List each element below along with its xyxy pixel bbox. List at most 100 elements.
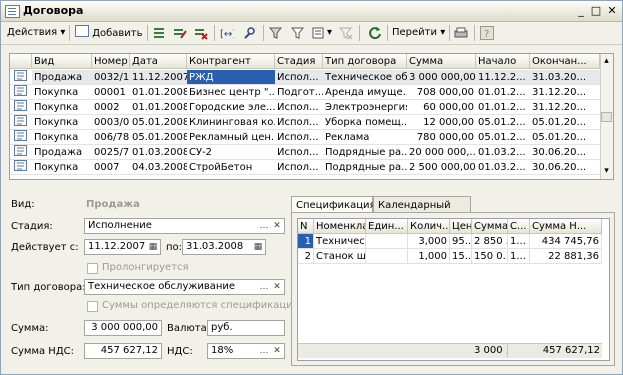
cell-vid: Продажа: [34, 147, 83, 158]
close-button[interactable]: ✕: [605, 4, 619, 17]
spec-total-nds: 457 627,12: [542, 345, 600, 356]
clear-icon[interactable]: ✕: [271, 344, 283, 358]
prolong-checkbox[interactable]: [87, 263, 98, 274]
spec-cell-nom: Техническ...: [314, 234, 366, 249]
cell-tip: Техническое об...: [323, 70, 407, 85]
cell-data: 01.01.2008: [132, 102, 187, 113]
clear-icon[interactable]: ✕: [271, 219, 283, 233]
contracts-window: Договора _ □ ✕ Действия ▾ Добавить [↔] ▾…: [0, 0, 623, 375]
valuta-value: руб.: [211, 322, 233, 333]
summa-value: 3 000 000,00: [91, 322, 158, 333]
toolbar-separator: [214, 25, 215, 41]
valuta-label: Валюта:: [167, 323, 211, 334]
add-icon: [75, 25, 89, 37]
cell-nomer: 0002: [94, 102, 120, 113]
edit-row-icon[interactable]: [173, 26, 187, 40]
select-button[interactable]: …: [258, 280, 270, 294]
spec-column-header-6: Сумма: [472, 219, 508, 234]
cell-nachalo: 05.01.2...: [478, 117, 526, 128]
contracts-table[interactable]: Вид Номер Дата Контрагент Стадия Тип договора…: [9, 53, 614, 180]
cell-tip: Подрядные ра...: [325, 147, 407, 158]
nds-label: НДС:: [167, 346, 193, 357]
column-header-9: Окончан...: [530, 54, 600, 69]
spec-cell-s: 1...: [508, 249, 530, 264]
cell-vid: Покупка: [34, 162, 79, 173]
find-icon[interactable]: [243, 26, 257, 40]
spec-cell-summa: 150 0...: [472, 249, 508, 264]
actions-menu[interactable]: Действия ▾: [7, 25, 65, 41]
print-icon[interactable]: [454, 26, 468, 40]
date-from-value: 11.12.2007: [88, 241, 146, 252]
cell-stadia: Испол...: [277, 102, 319, 113]
cell-tip: Реклама: [325, 132, 370, 143]
clear-filter-icon[interactable]: [339, 26, 353, 40]
cell-vid: Покупка: [34, 87, 79, 98]
spec-column-header-5: Цена: [450, 219, 472, 234]
cell-summa: 60 000,00: [423, 102, 474, 113]
spec-column-header-1: N: [298, 219, 314, 234]
calendar-icon[interactable]: ▦: [252, 240, 264, 254]
cell-stadia: Испол...: [277, 132, 319, 143]
summy-spec-checkbox[interactable]: [87, 301, 98, 312]
goto-menu[interactable]: Перейти ▾: [392, 25, 445, 41]
cell-data: 01.03.2008: [132, 147, 187, 158]
cell-summa: 2 500 000,00: [409, 162, 476, 173]
cell-okonch: 31.12.20...: [532, 102, 587, 113]
spec-cell-ed: [366, 249, 408, 264]
document-icon: [12, 70, 28, 85]
cell-data: 04.03.2008: [132, 162, 187, 173]
cell-kontr: РЖД: [187, 70, 275, 85]
filter-list-icon[interactable]: [312, 26, 326, 40]
clear-icon[interactable]: ✕: [271, 280, 283, 294]
summa-label: Сумма:: [11, 323, 49, 334]
prolong-label: Пролонгируется: [102, 262, 189, 273]
cell-nachalo: 05.01.2...: [478, 132, 526, 143]
maximize-button[interactable]: □: [589, 4, 603, 17]
spec-cell-n: 2: [298, 249, 314, 264]
deistvuet-label: Действует с:: [11, 242, 79, 253]
refresh-icon[interactable]: [368, 26, 382, 40]
spec-column-header-8: Сумма Н...: [530, 219, 602, 234]
select-button[interactable]: …: [258, 344, 270, 358]
summy-spec-label: Суммы определяются спецификацией: [102, 300, 306, 311]
help-icon[interactable]: ?: [480, 26, 494, 40]
calendar-icon[interactable]: ▦: [147, 240, 159, 254]
cell-okonch: 31.12.20...: [532, 87, 587, 98]
toolbar-separator: [263, 25, 264, 41]
select-button[interactable]: …: [258, 219, 270, 233]
spec-cell-ed: [366, 234, 408, 249]
filter-icon[interactable]: [269, 26, 283, 40]
summa-nds-label: Сумма НДС:: [11, 346, 74, 357]
column-header-5: Стадия: [275, 54, 323, 69]
tip-field[interactable]: Техническое обслуживание: [84, 279, 285, 295]
cell-okonch: 30.06.20...: [532, 162, 587, 173]
title-bar: Договора _ □ ✕: [1, 1, 622, 22]
cell-nachalo: 11.12.2...: [476, 70, 530, 85]
filter-value-icon[interactable]: [291, 26, 305, 40]
copy-row-icon[interactable]: [153, 26, 167, 40]
cell-vid: Продажа: [32, 70, 92, 85]
stadia-field[interactable]: Исполнение: [84, 218, 285, 234]
dropdown-arrow-icon: ▾: [60, 27, 66, 38]
valuta-field[interactable]: руб.: [207, 320, 285, 336]
specification-panel: NНоменкла...Един...Колич...ЦенаСуммаС...…: [291, 212, 615, 366]
actions-label: Действия: [7, 27, 58, 38]
interval-icon[interactable]: [↔]: [220, 26, 234, 40]
specification-table[interactable]: NНоменкла...Един...Колич...ЦенаСуммаС...…: [297, 218, 610, 361]
toolbar-separator: [69, 25, 70, 41]
summa-field[interactable]: 3 000 000,00: [84, 320, 162, 336]
spec-cell-cena: 95...: [450, 234, 472, 249]
cell-tip: Уборка помещ...: [325, 117, 407, 128]
add-label: Добавить: [92, 28, 143, 39]
summa-nds-field[interactable]: 457 627,12: [84, 343, 162, 359]
column-header-6: Тип договора: [323, 54, 407, 69]
tab-calendar-plan[interactable]: Календарный план: [373, 196, 471, 228]
delete-row-icon[interactable]: [194, 26, 208, 40]
spec-cell-nom: Станок шл...: [314, 249, 366, 264]
spec-cell-n: 1: [298, 234, 314, 249]
add-button[interactable]: Добавить: [75, 25, 143, 41]
toolbar-separator: [147, 25, 148, 41]
filter-dropdown-arrow-icon[interactable]: ▾: [327, 25, 332, 41]
minimize-button[interactable]: _: [574, 4, 588, 17]
cell-kontr: Городские эле...: [189, 102, 275, 113]
